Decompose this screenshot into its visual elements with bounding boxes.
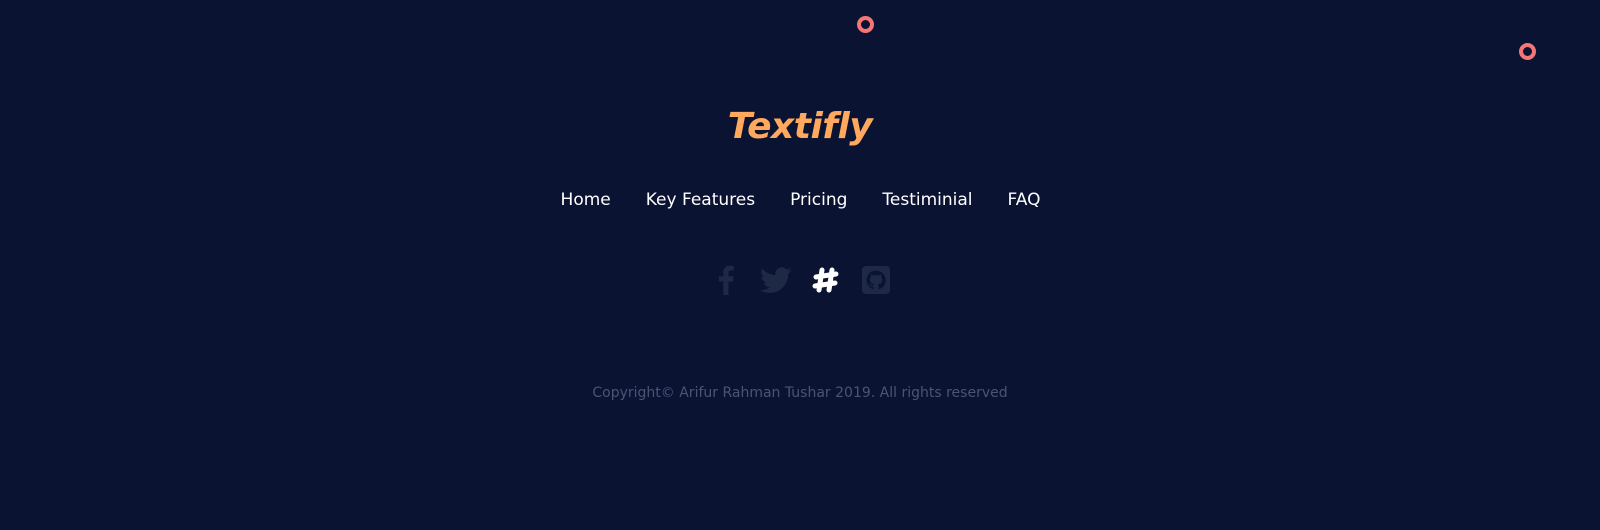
- nav-item-testiminial[interactable]: Testiminial: [882, 190, 972, 210]
- copyright-text: Copyright© Arifur Rahman Tushar 2019. Al…: [592, 385, 1008, 401]
- footer-nav: Home Key Features Pricing Testiminial FA…: [0, 190, 1600, 210]
- nav-item-key-features[interactable]: Key Features: [646, 190, 755, 210]
- nav-item-home[interactable]: Home: [561, 190, 611, 210]
- nav-item-pricing[interactable]: Pricing: [790, 190, 847, 210]
- brand-logo[interactable]: Textifly: [0, 106, 1600, 147]
- social-links: [0, 264, 1600, 296]
- github-icon[interactable]: [860, 264, 892, 296]
- nav-item-faq[interactable]: FAQ: [1008, 190, 1041, 210]
- site-footer: Textifly Home Key Features Pricing Testi…: [0, 0, 1600, 530]
- facebook-icon[interactable]: [710, 264, 742, 296]
- decorative-ring-icon: [857, 16, 874, 33]
- slack-icon[interactable]: [810, 264, 842, 296]
- decorative-ring-icon: [1519, 43, 1536, 60]
- twitter-icon[interactable]: [759, 264, 792, 296]
